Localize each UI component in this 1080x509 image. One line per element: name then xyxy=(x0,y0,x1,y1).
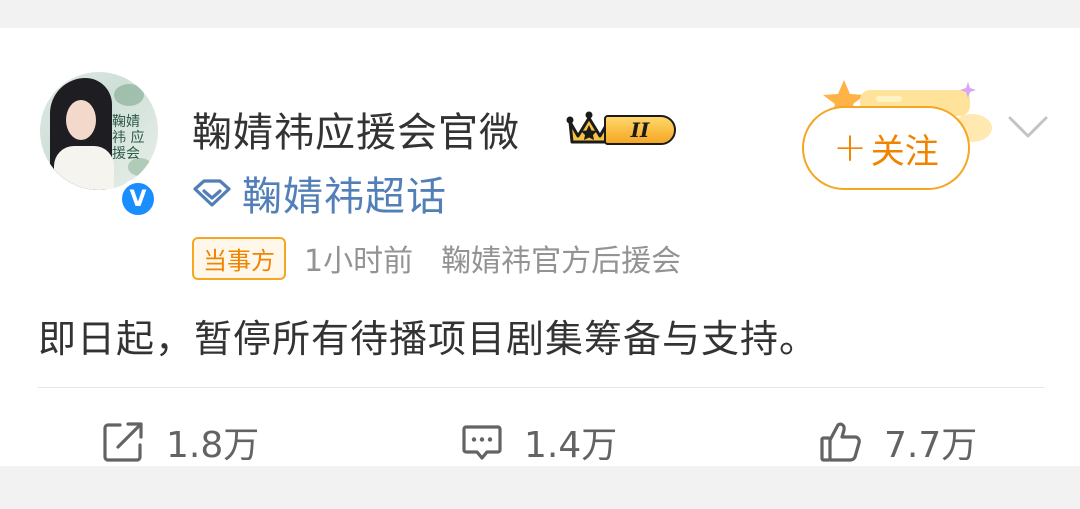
post-card: 鞠婧祎 应援会 V 鞠婧祎应援会官微 II 鞠婧祎超话 当事方 1小时前 鞠婧祎… xyxy=(0,28,1080,466)
verified-v-icon: V xyxy=(118,179,158,219)
like-button[interactable]: 7.7万 xyxy=(818,416,977,468)
comment-icon xyxy=(462,425,502,460)
comment-button[interactable]: 1.4万 xyxy=(460,416,617,468)
chevron-down-icon[interactable] xyxy=(1006,112,1050,142)
repost-button[interactable]: 1.8万 xyxy=(100,416,259,468)
plus-icon: + xyxy=(833,125,867,171)
avatar[interactable]: 鞠婧祎 应援会 xyxy=(40,72,158,190)
avatar-text: 鞠婧祎 应援会 xyxy=(112,114,145,162)
party-tag: 当事方 xyxy=(192,236,286,280)
avatar-body xyxy=(54,146,114,190)
thumbs-up-icon xyxy=(820,422,861,462)
repost-icon xyxy=(103,422,143,462)
diamond-icon xyxy=(193,179,231,207)
topic-name: 鞠婧祎超话 xyxy=(242,174,447,220)
like-count: 7.7万 xyxy=(884,425,978,466)
avatar-face xyxy=(66,100,96,140)
divider xyxy=(38,387,1044,388)
post-text: 即日起，暂停所有待播项目剧集筹备与支持。 xyxy=(38,317,819,361)
avatar-decoration xyxy=(114,84,144,106)
post-source[interactable]: 鞠婧祎官方后援会 xyxy=(441,236,681,280)
level-badge[interactable]: II xyxy=(604,115,676,145)
post-time: 1小时前 xyxy=(304,244,414,279)
follow-button[interactable]: + 关注 xyxy=(802,106,970,190)
author-name[interactable]: 鞠婧祎应援会官微 xyxy=(192,100,520,158)
super-topic-link[interactable]: 鞠婧祎超话 xyxy=(192,164,447,222)
post-meta: 当事方 1小时前 鞠婧祎官方后援会 xyxy=(192,236,681,280)
repost-count: 1.8万 xyxy=(166,425,260,466)
comment-count: 1.4万 xyxy=(524,425,618,466)
follow-label: 关注 xyxy=(870,131,939,172)
